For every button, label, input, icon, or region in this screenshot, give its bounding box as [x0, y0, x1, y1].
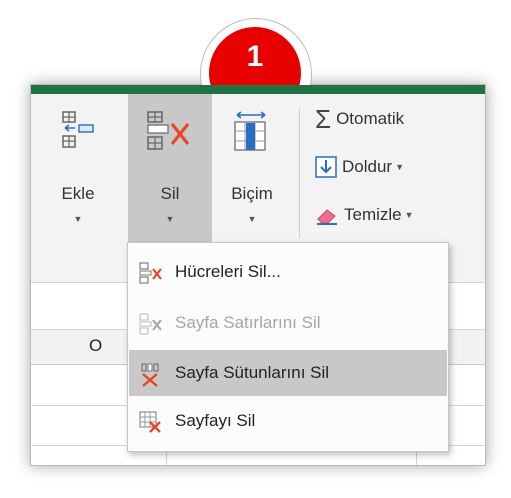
delete-cells-icon: [147, 111, 190, 150]
fill-button[interactable]: Doldur ▼: [315, 150, 404, 184]
menu-item-delete-rows[interactable]: Sayfa Satırlarını Sil: [129, 300, 447, 346]
format-label: Biçim: [231, 184, 273, 203]
fill-label: Doldur: [342, 157, 393, 176]
column-header-o[interactable]: O: [89, 336, 102, 356]
menu-item-label: Sayfa Satırlarını Sil: [175, 313, 321, 332]
step-number: 1: [246, 40, 264, 73]
autosum-label: Otomatik: [336, 109, 405, 128]
eraser-icon: [315, 204, 339, 226]
insert-label: Ekle: [61, 184, 95, 203]
step-badge: 1: [198, 16, 314, 85]
chevron-down-icon: ▼: [73, 214, 83, 224]
menu-item-label: Sayfa Sütunlarını Sil: [175, 363, 330, 382]
menu-item-delete-cells[interactable]: Hücreleri Sil...: [129, 249, 447, 295]
delete-columns-icon: [139, 363, 163, 392]
delete-cells-icon: [139, 262, 163, 289]
delete-sheet-icon: [139, 411, 163, 438]
sigma-autosum-icon: Σ: [315, 103, 332, 134]
clear-button[interactable]: Temizle ▼: [315, 198, 414, 232]
chevron-down-icon: ▼: [404, 210, 414, 220]
fill-down-icon: [315, 156, 337, 178]
menu-item-delete-columns[interactable]: Sayfa Sütunlarını Sil: [129, 350, 447, 396]
format-button[interactable]: Biçim ▼: [215, 100, 289, 240]
title-bar-strip: [31, 85, 485, 94]
format-icon: [234, 111, 266, 151]
menu-item-label: Sayfayı Sil: [175, 411, 256, 430]
stage: Ekle ▼ Sil ▼ Biçim ▼ Σ Otomatik Doldur ▼…: [0, 0, 511, 498]
chevron-down-icon: ▼: [395, 162, 405, 172]
chevron-down-icon: ▼: [165, 214, 175, 224]
autosum-button[interactable]: Σ Otomatik: [315, 102, 404, 136]
insert-cells-icon: [62, 111, 94, 148]
delete-button[interactable]: Sil ▼: [128, 94, 212, 242]
delete-rows-icon: [139, 313, 163, 340]
clear-label: Temizle: [344, 205, 402, 224]
delete-label: Sil: [160, 184, 180, 203]
delete-dropdown-menu: Hücreleri Sil... Sayfa Satırlarını Sil S…: [127, 242, 449, 452]
menu-item-label: Hücreleri Sil...: [175, 262, 281, 281]
group-separator: [299, 108, 300, 238]
excel-window: Ekle ▼ Sil ▼ Biçim ▼ Σ Otomatik Doldur ▼…: [30, 84, 486, 466]
insert-button[interactable]: Ekle ▼: [43, 100, 113, 240]
chevron-down-icon: ▼: [247, 214, 257, 224]
menu-item-delete-sheet[interactable]: Sayfayı Sil: [129, 398, 447, 444]
